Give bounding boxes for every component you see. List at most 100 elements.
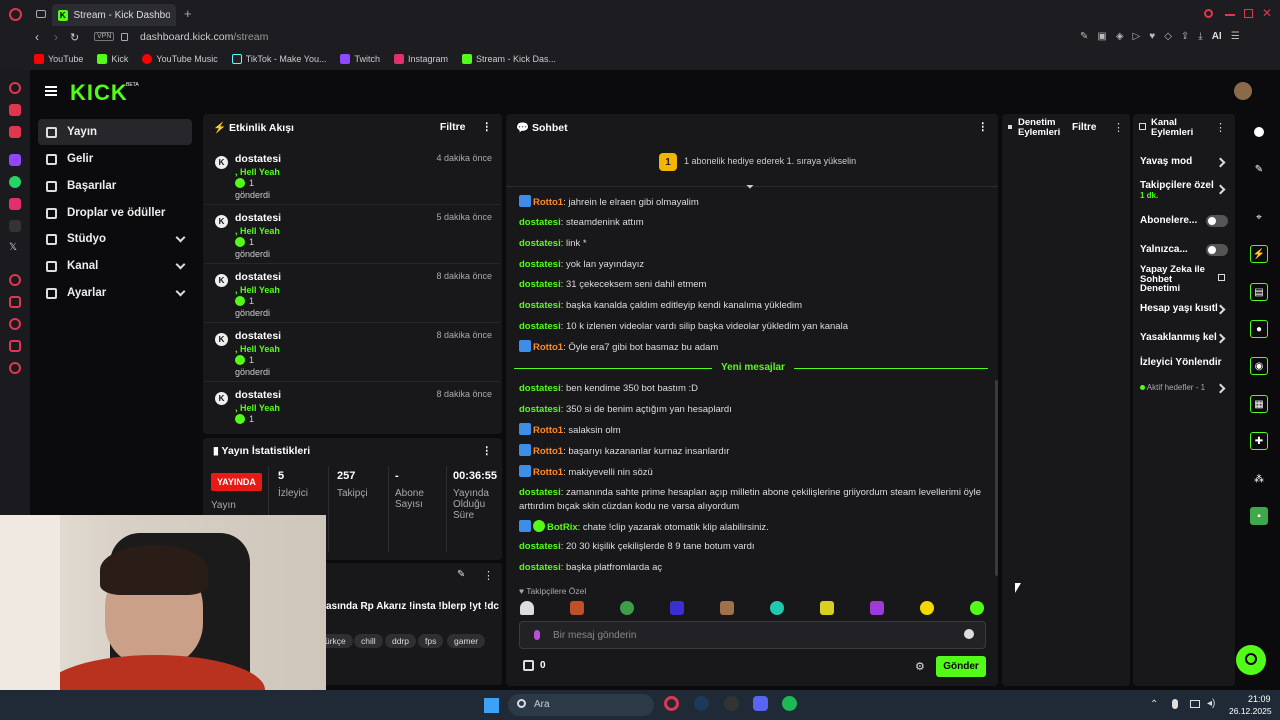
kick-logo[interactable]: KICK xyxy=(70,80,128,106)
followers-only-row[interactable]: Takipçilere özel 1 dk. xyxy=(1140,180,1232,200)
network-icon[interactable] xyxy=(1190,700,1200,708)
settings-icon[interactable] xyxy=(9,362,21,374)
activity-item[interactable]: K dostatesi 5 dakika önce , Hell Yeah 1 … xyxy=(205,207,500,264)
chat-username[interactable]: dostatesi xyxy=(519,562,561,573)
opera-taskbar-icon[interactable] xyxy=(664,696,679,711)
nav-drops[interactable]: Droplar ve ödüller xyxy=(38,200,192,226)
nav-stream[interactable]: Yayın xyxy=(38,119,192,145)
youtube-icon[interactable] xyxy=(9,126,21,138)
ai-button[interactable]: AI xyxy=(1212,31,1222,42)
pin-icon[interactable] xyxy=(9,296,21,308)
instagram-icon[interactable] xyxy=(9,198,21,210)
x-icon[interactable]: 𝕏 xyxy=(9,242,21,254)
chat-username[interactable]: dostatesi xyxy=(519,541,561,552)
aria-icon[interactable] xyxy=(9,82,21,94)
chat-message[interactable]: dostatesi: başka platfromlarda aç xyxy=(519,561,989,575)
emote-ghost-icon[interactable] xyxy=(520,601,534,615)
steam-taskbar-icon[interactable] xyxy=(694,696,709,711)
nav-settings[interactable]: Ayarlar xyxy=(38,280,192,306)
viewer-redirect-row[interactable]: İzleyici Yönlendir xyxy=(1140,357,1232,368)
collapse-icon[interactable]: ⏷ xyxy=(746,182,754,193)
new-tab-button[interactable]: + xyxy=(184,6,192,21)
broadcast-icon[interactable]: ◉ xyxy=(1250,357,1268,375)
layout-icon[interactable]: ▦ xyxy=(1250,395,1268,413)
emotes-only-toggle[interactable] xyxy=(1206,244,1228,256)
emote-pacman-icon[interactable] xyxy=(920,601,934,615)
clipboard-icon[interactable]: ▤ xyxy=(1250,283,1268,301)
chat-message[interactable]: dostatesi: 31 çekeceksem seni dahil etme… xyxy=(519,278,989,292)
chat-message[interactable]: Rotto1: başarıyı kazananlar kurnaz insan… xyxy=(519,444,989,459)
tiktok-icon[interactable] xyxy=(9,220,21,232)
heart-icon[interactable]: ♥ xyxy=(1149,31,1155,42)
tab-overview-icon[interactable] xyxy=(36,10,46,18)
chat-message[interactable]: dostatesi: steamdenink attım xyxy=(519,216,989,230)
focus-icon[interactable]: ⌖ xyxy=(1250,208,1268,226)
share-icon[interactable]: ⇪ xyxy=(1181,31,1189,42)
more-icon[interactable]: ⋮ xyxy=(482,445,493,457)
more-icon[interactable]: ⋮ xyxy=(483,569,494,582)
chat-username[interactable]: Rotto1 xyxy=(533,446,563,457)
chat-message[interactable]: dostatesi: başka kanalda çaldım editleyi… xyxy=(519,299,989,313)
nav-achievements[interactable]: Başarılar xyxy=(38,173,192,199)
more-icon[interactable]: ⋮ xyxy=(1215,121,1226,134)
emote-bars-icon[interactable] xyxy=(820,601,834,615)
pin-icon[interactable]: ✎ xyxy=(1080,31,1088,42)
hamburger-menu-icon[interactable] xyxy=(45,86,57,96)
chat-username[interactable]: dostatesi xyxy=(519,404,561,415)
emotes-only-row[interactable]: Yalnızca... xyxy=(1140,244,1232,256)
chat-bubble-icon[interactable]: ● xyxy=(1250,320,1268,338)
activity-item[interactable]: K dostatesi 4 dakika önce , Hell Yeah 1 … xyxy=(205,148,500,205)
bookmark-tiktok[interactable]: TikTok - Make You... xyxy=(231,54,326,64)
microphone-icon[interactable] xyxy=(534,630,540,640)
chat-username[interactable]: dostatesi xyxy=(519,383,561,394)
chat-message[interactable]: Rotto1: Öyle era7 gibi bot basmaz bu ada… xyxy=(519,340,989,355)
more-icon[interactable]: ⋮ xyxy=(978,121,989,133)
activity-item[interactable]: K dostatesi 8 dakika önce , Hell Yeah 1 … xyxy=(205,325,500,382)
bookmark-twitch[interactable]: Twitch xyxy=(340,54,380,64)
bookmark-stream[interactable]: Stream - Kick Das... xyxy=(462,54,556,64)
chat-username[interactable]: Rotto1 xyxy=(533,425,563,436)
minimize-button[interactable] xyxy=(1225,14,1235,16)
chat-username[interactable]: dostatesi xyxy=(519,487,561,498)
emote-bowtie-icon[interactable] xyxy=(870,601,884,615)
emote-person-icon[interactable] xyxy=(720,601,734,615)
chat-message[interactable]: dostatesi: yok lan yayındayız xyxy=(519,258,989,272)
nodes-icon[interactable]: ⁂ xyxy=(1250,470,1268,488)
chat-message[interactable]: BotRix: chate !clip yazarak otomatik kli… xyxy=(519,520,989,535)
back-icon[interactable]: ‹ xyxy=(35,30,39,44)
url-field[interactable]: dashboard.kick.com/stream xyxy=(140,31,268,43)
chat-message[interactable]: dostatesi: link * xyxy=(519,237,989,251)
chat-message[interactable]: dostatesi: ben kendime 350 bot bastım :D xyxy=(519,382,989,396)
emote-box-icon[interactable] xyxy=(670,601,684,615)
active-goals-row[interactable]: Aktif hedefler - 1 xyxy=(1140,383,1232,394)
clock-date[interactable]: 26.12.2025 xyxy=(1229,706,1272,716)
account-age-row[interactable]: Hesap yaşı kısıtl xyxy=(1140,303,1232,315)
ai-moderation-row[interactable]: Yapay Zeka ile Sohbet Denetimi xyxy=(1140,265,1210,294)
shield-icon[interactable]: ◈ xyxy=(1116,31,1124,42)
chat-username[interactable]: dostatesi xyxy=(519,217,561,228)
app-icon[interactable]: ▪ xyxy=(1250,507,1268,525)
nav-studio[interactable]: Stüdyo xyxy=(38,226,192,252)
extensions-icon[interactable]: ◇ xyxy=(1164,31,1172,42)
chat-message[interactable]: dostatesi: 20 30 kişilik çekilişlerde 8 … xyxy=(519,540,989,554)
emote-skull-icon[interactable] xyxy=(620,601,634,615)
microphone-icon[interactable] xyxy=(1172,699,1178,709)
chat-settings-icon[interactable]: ⚙ xyxy=(915,660,925,673)
stream-tag[interactable]: chill xyxy=(354,634,383,648)
bolt-icon[interactable]: ⚡ xyxy=(1250,245,1268,263)
filter-button[interactable]: Filtre xyxy=(440,121,466,133)
history-icon[interactable] xyxy=(9,318,21,330)
stream-tag[interactable]: gamer xyxy=(447,634,486,648)
obs-taskbar-icon[interactable] xyxy=(724,696,739,711)
chat-message[interactable]: dostatesi: 10 k izlenen videolar vardı s… xyxy=(519,320,989,334)
vpn-badge[interactable]: VPN xyxy=(94,32,115,41)
chat-scrollbar[interactable] xyxy=(995,380,998,576)
activity-item[interactable]: K dostatesi 8 dakika önce , Hell Yeah 1 xyxy=(205,384,500,430)
play-icon[interactable]: ▷ xyxy=(1133,31,1141,42)
bookmark-kick[interactable]: Kick xyxy=(97,54,128,64)
support-button[interactable] xyxy=(1236,645,1266,675)
snapshot-icon[interactable]: ▣ xyxy=(1097,31,1106,42)
nav-channel[interactable]: Kanal xyxy=(38,253,192,279)
slow-mode-row[interactable]: Yavaş mod xyxy=(1140,156,1232,168)
browser-tab-active[interactable]: K Stream - Kick Dashboard xyxy=(52,4,176,26)
